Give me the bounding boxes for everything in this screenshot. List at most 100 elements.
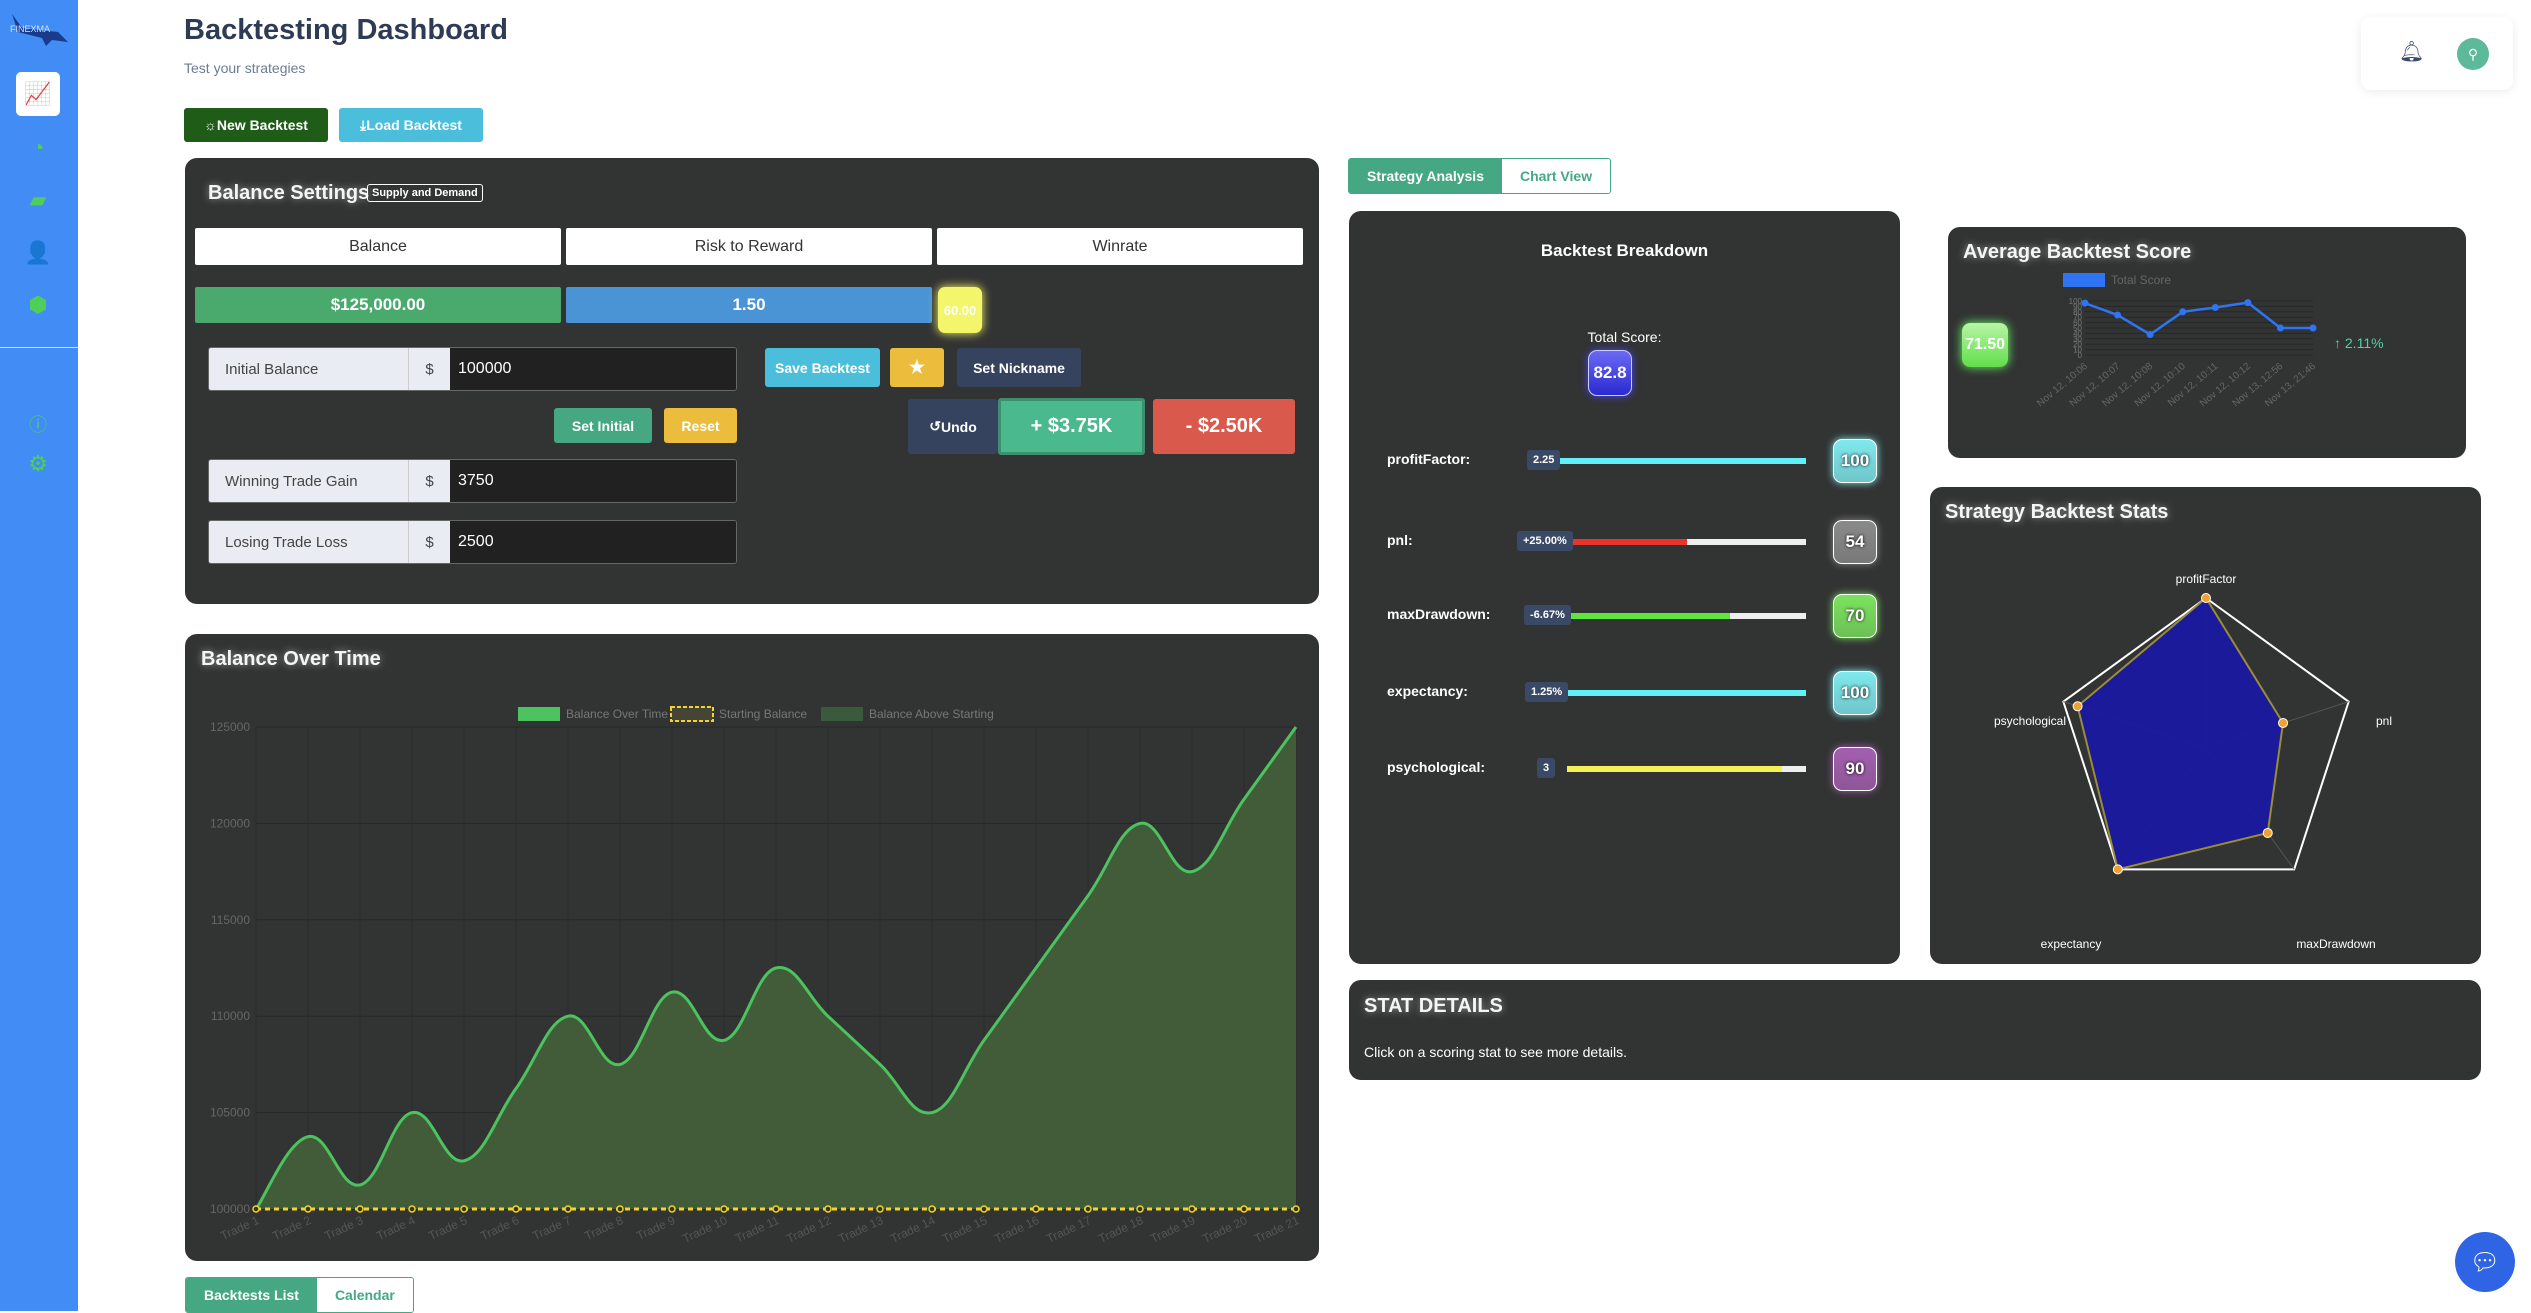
stat-score-badge[interactable]: 70 bbox=[1833, 594, 1877, 638]
stat-label: maxDrawdown: bbox=[1387, 606, 1491, 622]
score-row-pnl[interactable]: pnl: +25.00% 54 bbox=[1387, 520, 1877, 564]
chat-button[interactable]: 💬︎ bbox=[2455, 1232, 2515, 1292]
avatar[interactable]: ⚲ bbox=[2457, 38, 2489, 70]
starting-balance-point bbox=[928, 1205, 936, 1213]
chat-icon: 💬︎ bbox=[2469, 1248, 2501, 1276]
initial-balance-field: Initial Balance $ bbox=[208, 347, 737, 391]
stat-label: expectancy: bbox=[1387, 683, 1468, 699]
y-tick-label: 115000 bbox=[211, 913, 250, 927]
stat-details-panel: STAT DETAILS Click on a scoring stat to … bbox=[1349, 980, 2481, 1080]
stat-value-chip: +25.00% bbox=[1517, 531, 1573, 551]
starting-balance-point bbox=[564, 1205, 572, 1213]
stat-score-badge[interactable]: 90 bbox=[1833, 747, 1877, 791]
total-score-point bbox=[2309, 324, 2317, 332]
losing-trade-field: Losing Trade Loss $ bbox=[208, 520, 737, 564]
starting-balance-point bbox=[772, 1205, 780, 1213]
add-loss-button[interactable]: - $2.50K bbox=[1153, 399, 1295, 454]
score-row-expectancy[interactable]: expectancy: 1.25% 100 bbox=[1387, 671, 1877, 715]
total-score-point bbox=[2276, 324, 2284, 332]
legend-label: Starting Balance bbox=[719, 707, 807, 721]
x-tick-label: Trade 13 bbox=[836, 1213, 885, 1246]
stat-value-chip: 3 bbox=[1537, 758, 1556, 778]
tab-backtests-list[interactable]: Backtests List bbox=[186, 1278, 317, 1312]
reset-button[interactable]: Reset bbox=[664, 408, 737, 443]
stat-score-badge[interactable]: 100 bbox=[1833, 439, 1877, 483]
user-cog-icon[interactable]: 👤 bbox=[16, 231, 60, 275]
gauge-icon[interactable]: ◔ bbox=[16, 126, 60, 170]
set-initial-button[interactable]: Set Initial bbox=[554, 408, 652, 443]
balance-settings-title: Balance Settings bbox=[208, 182, 370, 204]
balance-header: Balance bbox=[195, 228, 561, 265]
tab-chart-view[interactable]: Chart View bbox=[1501, 159, 1611, 193]
starting-balance-point bbox=[1084, 1205, 1092, 1213]
initial-balance-input[interactable] bbox=[450, 348, 736, 390]
strategy-badge: Supply and Demand bbox=[367, 184, 483, 202]
stat-progress-fill bbox=[1567, 766, 1783, 772]
x-tick-label: Trade 14 bbox=[888, 1213, 937, 1246]
average-score-panel: Average Backtest Score 71.50 ↑ 2.11% 0 10… bbox=[1948, 227, 2466, 458]
average-score-chart: 0102030405060708090100Nov 12, 10:06Nov 1… bbox=[2035, 273, 2318, 409]
backtest-breakdown-panel: Backtest Breakdown Total Score: 82.8 pro… bbox=[1349, 211, 1900, 964]
gear-icon[interactable]: ⚙ bbox=[16, 442, 60, 486]
starting-balance-point bbox=[1032, 1205, 1040, 1213]
legend-swatch bbox=[518, 707, 560, 721]
x-tick-label: Trade 1 bbox=[218, 1213, 261, 1243]
x-tick-label: Trade 16 bbox=[992, 1213, 1041, 1246]
winrate-value: 60.00 bbox=[938, 287, 982, 333]
balance-settings-panel: Balance Settings Supply and Demand Balan… bbox=[185, 158, 1319, 604]
stat-progress-bar bbox=[1567, 766, 1806, 772]
add-win-button[interactable]: + $3.75K bbox=[998, 398, 1145, 455]
save-backtest-button[interactable]: Save Backtest bbox=[765, 348, 880, 387]
help-icon[interactable]: ⓘ bbox=[16, 402, 60, 446]
new-backtest-button[interactable]: ☼ New Backtest bbox=[184, 108, 328, 142]
radar-label: expectancy bbox=[2041, 937, 2102, 951]
winrate-header: Winrate bbox=[937, 228, 1303, 265]
total-score-point bbox=[2211, 303, 2219, 311]
star-icon: ★ bbox=[908, 357, 926, 377]
stat-label: psychological: bbox=[1387, 759, 1486, 775]
starting-balance-point bbox=[512, 1205, 520, 1213]
score-row-profitFactor[interactable]: profitFactor: 2.25 100 bbox=[1387, 439, 1877, 483]
radar-label: pnl bbox=[2376, 714, 2392, 728]
stat-score-badge[interactable]: 54 bbox=[1833, 520, 1877, 564]
score-row-maxDrawdown[interactable]: maxDrawdown: -6.67% 70 bbox=[1387, 594, 1877, 638]
stat-value-chip: 2.25 bbox=[1527, 450, 1561, 470]
score-row-psychological[interactable]: psychological: 3 90 bbox=[1387, 747, 1877, 791]
bell-icon[interactable]: 🔔︎ bbox=[2399, 39, 2424, 64]
total-score-point bbox=[2146, 330, 2154, 338]
x-tick-label: Trade 9 bbox=[634, 1213, 677, 1243]
chart-growth-icon[interactable]: 📈 bbox=[16, 72, 60, 116]
total-score-point bbox=[2114, 311, 2122, 319]
starting-balance-point bbox=[980, 1205, 988, 1213]
balance-value: $125,000.00 bbox=[195, 287, 561, 323]
balance-chart-panel: Balance Over Time 100000 105000 110000 1150… bbox=[185, 634, 1319, 1261]
rr-value: 1.50 bbox=[566, 287, 932, 323]
stat-value-chip: 1.25% bbox=[1525, 682, 1569, 702]
set-nickname-button[interactable]: Set Nickname bbox=[957, 348, 1081, 387]
starting-balance-point bbox=[304, 1205, 312, 1213]
radar-point bbox=[2262, 827, 2273, 838]
favorite-star-button[interactable]: ★ bbox=[890, 348, 944, 387]
stat-progress-fill bbox=[1555, 690, 1806, 696]
radar-point bbox=[2072, 701, 2083, 712]
y-tick-label: 125000 bbox=[210, 720, 250, 734]
starting-balance-point bbox=[720, 1205, 728, 1213]
legend-label: Total Score bbox=[2111, 273, 2171, 287]
svg-text:FINEXMA: FINEXMA bbox=[10, 24, 50, 34]
undo-button[interactable]: ↺ Undo bbox=[908, 399, 998, 454]
starting-balance-point bbox=[408, 1205, 416, 1213]
wallet-icon[interactable]: ▰ bbox=[16, 178, 60, 222]
breakdown-title: Backtest Breakdown bbox=[1540, 241, 1709, 260]
losing-trade-input[interactable] bbox=[450, 521, 736, 563]
sidebar: FINEXMA 📈 ◔ ▰ 👤 ⬢ ⓘ ⚙ bbox=[0, 0, 78, 1311]
balance-chart: 100000 105000 110000 115000 120000 125000 Trad… bbox=[210, 706, 1302, 1246]
tab-calendar[interactable]: Calendar bbox=[316, 1278, 413, 1312]
winning-trade-input[interactable] bbox=[450, 460, 736, 502]
load-backtest-button[interactable]: ⤓ Load Backtest bbox=[339, 108, 483, 142]
tab-strategy-analysis[interactable]: Strategy Analysis bbox=[1349, 159, 1502, 193]
total-score-badge[interactable]: 82.8 bbox=[1588, 350, 1632, 396]
x-tick-label: Trade 19 bbox=[1148, 1213, 1197, 1246]
stat-score-badge[interactable]: 100 bbox=[1833, 671, 1877, 715]
finexma-logo: FINEXMA bbox=[10, 14, 68, 46]
box-icon[interactable]: ⬢ bbox=[16, 283, 60, 327]
